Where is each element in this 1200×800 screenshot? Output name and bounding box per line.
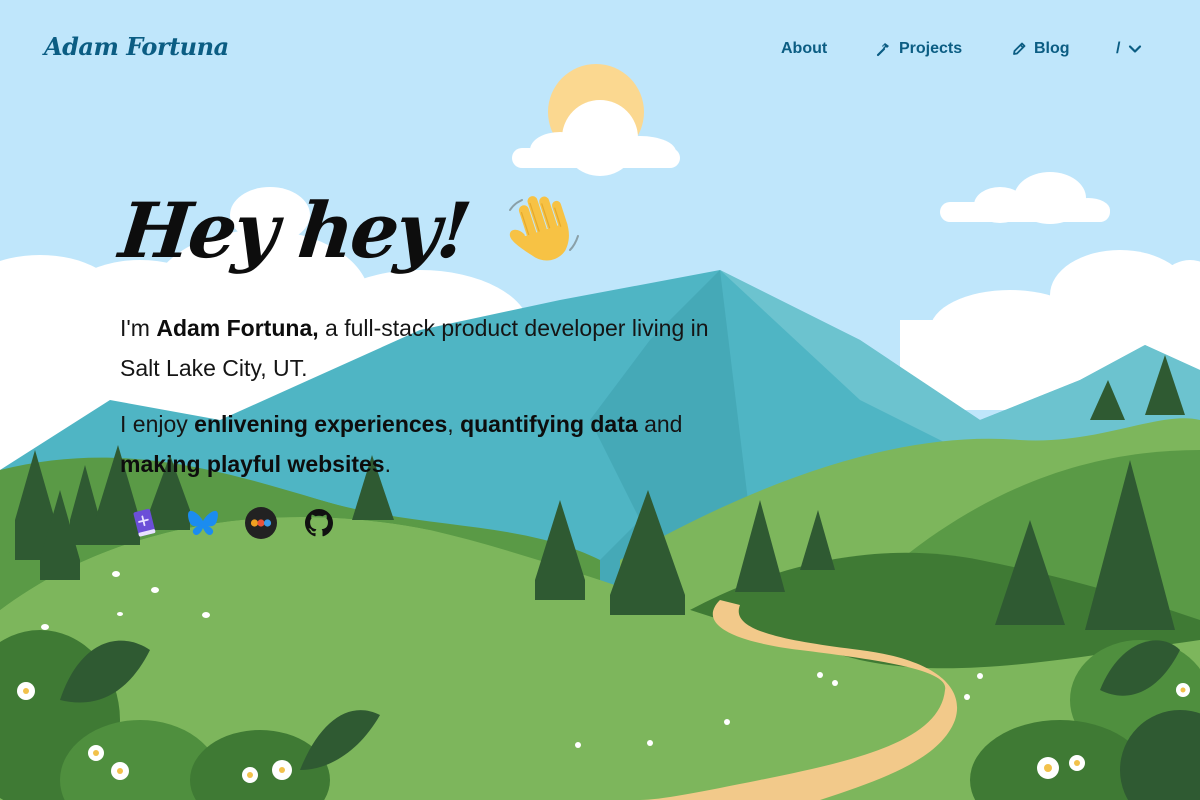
nav-blog[interactable]: Blog — [1011, 38, 1070, 60]
greeting: Hey hey! — [115, 175, 740, 285]
github-link[interactable] — [302, 505, 336, 541]
intro-paragraph: I'm Adam Fortuna, a full-stack product d… — [120, 308, 720, 388]
github-icon — [305, 509, 333, 537]
author-name: Adam Fortuna, — [156, 315, 319, 341]
language-menu[interactable]: / — [1116, 38, 1142, 60]
nav-about[interactable]: About — [781, 38, 827, 60]
intro-prefix: I'm — [120, 315, 157, 341]
interest-2: quantifying data — [460, 411, 638, 437]
separator-1: , — [447, 411, 461, 437]
greeting-heading: Hey hey! — [115, 185, 473, 275]
pencil-icon — [1013, 42, 1026, 55]
language-label: / — [1116, 40, 1121, 57]
nav-blog-label: Blog — [1034, 40, 1070, 57]
dots-app-link[interactable] — [244, 505, 278, 541]
book-icon — [133, 508, 156, 537]
separator-2: and — [637, 411, 683, 437]
book-link[interactable] — [128, 505, 162, 541]
nav-projects-label: Projects — [899, 40, 963, 57]
site-logo[interactable]: Adam Fortuna — [44, 32, 229, 61]
interest-3: making playful websites — [120, 451, 385, 477]
bluesky-icon — [188, 510, 218, 536]
social-links — [128, 505, 336, 541]
nav-about-label: About — [781, 40, 828, 57]
hero-section: Hey hey! I'm Adam Fortuna, a full-stack … — [115, 175, 740, 484]
interest-1: enlivening experiences — [194, 411, 448, 437]
chevron-down-icon — [1129, 45, 1142, 53]
hammer-icon — [876, 43, 889, 57]
enjoy-suffix: . — [384, 451, 391, 477]
waving-hand-icon — [508, 196, 579, 261]
dots-app-icon — [245, 507, 277, 539]
top-nav: Adam Fortuna About Projects Blog / — [0, 0, 1200, 96]
bluesky-link[interactable] — [186, 505, 220, 541]
interests-paragraph: I enjoy enlivening experiences, quantify… — [120, 404, 720, 484]
enjoy-prefix: I enjoy — [120, 411, 195, 437]
nav-projects[interactable]: Projects — [876, 38, 962, 60]
